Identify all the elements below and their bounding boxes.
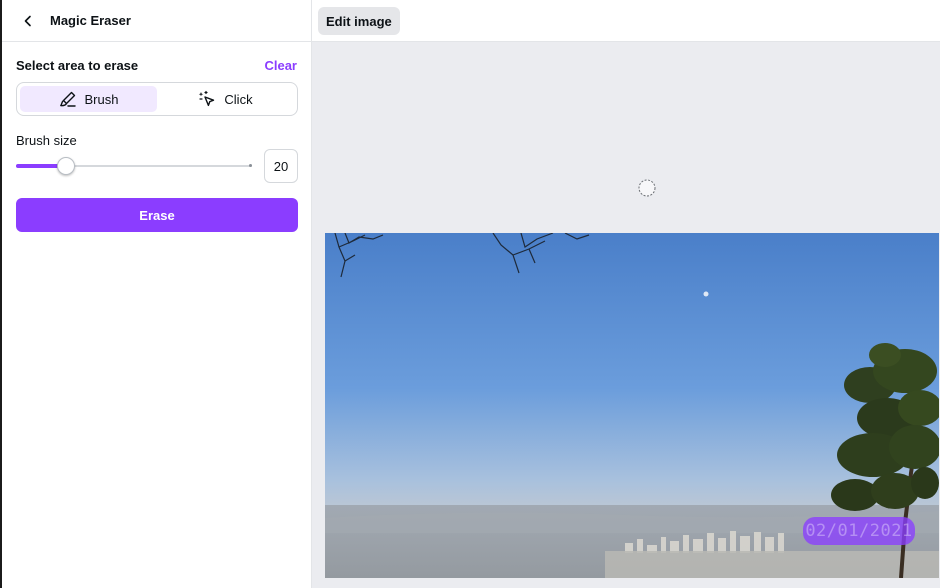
click-mode-button[interactable]: Click	[157, 86, 294, 112]
editor-canvas: Edit image 02/01/2021	[312, 0, 940, 588]
click-mode-label: Click	[224, 91, 253, 107]
panel-title: Magic Eraser	[50, 13, 131, 28]
panel-header: Magic Eraser	[2, 0, 311, 42]
clear-button[interactable]: Clear	[264, 58, 297, 73]
brush-size-input[interactable]: 20	[264, 149, 298, 183]
magic-click-icon	[199, 90, 215, 107]
erase-mode-toggle: Brush Click	[16, 82, 298, 116]
brush-mode-button[interactable]: Brush	[20, 86, 157, 112]
brush-mode-label: Brush	[84, 91, 119, 107]
slider-thumb[interactable]	[57, 157, 75, 175]
brush-cursor-icon	[638, 179, 656, 197]
select-area-label: Select area to erase	[16, 58, 139, 73]
brush-icon	[59, 91, 76, 107]
magic-eraser-panel: Magic Eraser Select area to erase Clear …	[0, 0, 312, 588]
photo-image[interactable]: 02/01/2021	[325, 233, 939, 578]
brush-size-label: Brush size	[16, 133, 77, 148]
magic-eraser-app: Magic Eraser Select area to erase Clear …	[0, 0, 940, 588]
slider-end-marker	[249, 164, 252, 167]
date-stamp-highlight: 02/01/2021	[803, 517, 915, 545]
erase-button[interactable]: Erase	[16, 198, 298, 232]
canvas-toolbar: Edit image	[312, 0, 940, 42]
edit-image-button[interactable]: Edit image	[318, 7, 400, 35]
chevron-left-icon	[24, 15, 31, 26]
brush-size-slider[interactable]	[16, 156, 252, 176]
select-area-row: Select area to erase Clear	[16, 58, 297, 73]
back-button[interactable]	[18, 11, 38, 31]
